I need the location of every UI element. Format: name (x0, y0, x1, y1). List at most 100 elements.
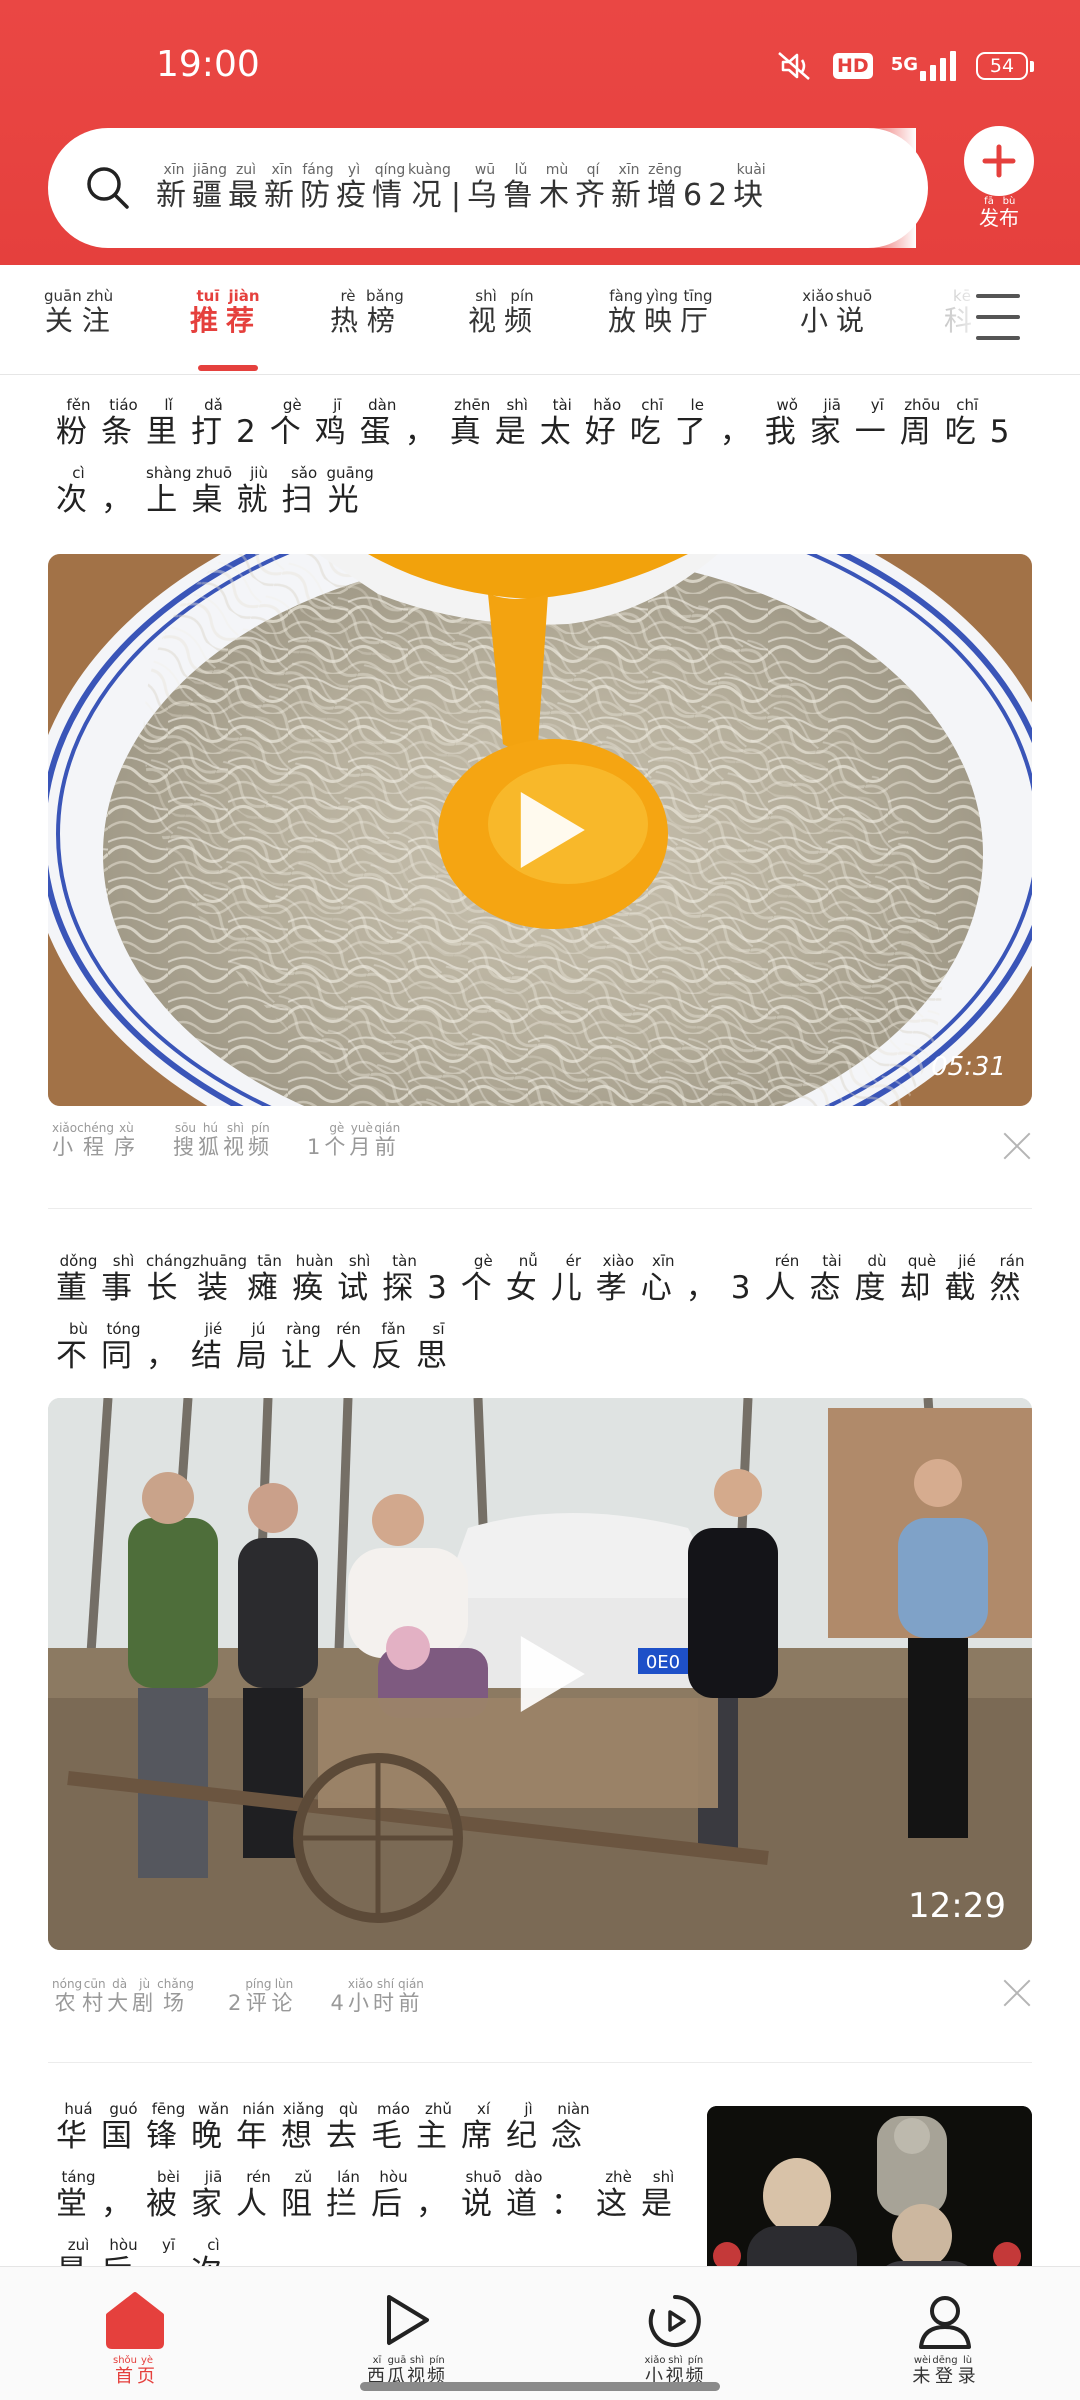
ruby-char: 人rén (764, 1252, 810, 1306)
bottom-navigation: 首shǒu页yè 西xī瓜guā视shì频pín 小xiǎo视shì频pín 未… (0, 2266, 1080, 2400)
ruby-char: 是shì (641, 2168, 686, 2222)
ruby-char: 大dà (107, 1977, 133, 2015)
ruby-char: 道dào (506, 2168, 551, 2222)
dismiss-icon[interactable] (1002, 1978, 1032, 2008)
ruby-char: 家jiā (809, 396, 855, 450)
ruby-char: 新xīn (610, 161, 647, 213)
nav-home[interactable]: 首shǒu页yè (55, 2267, 215, 2400)
ruby-char: 个gè (324, 1121, 350, 1159)
ruby-char: 说shuō (836, 287, 873, 337)
ruby-char: 长cháng (146, 1252, 192, 1306)
video-duration: 05:31 (931, 1052, 1006, 1082)
ruby-char: 疫yì (336, 161, 372, 213)
nav-xigua-video[interactable]: 西xī瓜guā视shì频pín (327, 2267, 487, 2400)
feed-item-1-title[interactable]: 粉fěn条tiáo里lǐ打dǎ2个gè鸡jī蛋dàn，真zhēn是shì太tài… (56, 396, 1016, 534)
ruby-char: 况kuàng (408, 161, 451, 213)
home-indicator[interactable] (360, 2382, 720, 2391)
ruby-char: 关guān (44, 287, 82, 337)
ruby-char: 想xiǎng (281, 2100, 326, 2154)
ruby-char: 前qián (374, 1121, 401, 1159)
ruby-char: 防fáng (300, 161, 336, 213)
ruby-char: 蛋dàn (359, 396, 405, 450)
ruby-char: 视shì (222, 1121, 248, 1159)
ruby-char: 推tuī (190, 287, 227, 337)
tab-video[interactable]: 视shì频pín (468, 287, 540, 359)
feed-item-2-title[interactable]: 董dǒng事shì长cháng装zhuāng瘫tān痪huàn试shì探tàn3… (56, 1252, 1035, 1390)
feed-item-1-video-thumbnail[interactable]: 05:31 (48, 554, 1032, 1106)
ruby-char: 疆jiāng (192, 161, 228, 213)
ruby-char: ： (551, 2186, 596, 2222)
meta-source-label: 小xiǎo程chéng序xù (52, 1121, 139, 1159)
ruby-char: 念niàn (551, 2100, 596, 2154)
ruby-char: 女nǚ (505, 1252, 551, 1306)
ruby-char: 纪jì (506, 2100, 551, 2154)
dismiss-icon[interactable] (1002, 1131, 1032, 1161)
feed-item-1-meta: 小xiǎo程chéng序xù 搜sōu狐hú视shì频pín 1个gè月yuè前qi… (52, 1121, 401, 1161)
feed-item-2-video-thumbnail[interactable]: 0E0 12:29 (48, 1398, 1032, 1950)
publish-button[interactable]: 发fā布bù (962, 126, 1036, 231)
ruby-char: 就jiù (236, 464, 282, 518)
ruby-char: 未wèi (912, 2355, 933, 2387)
ruby-char: 62 (682, 177, 734, 213)
ruby-char: 前qián (398, 1977, 424, 2015)
tab-follow[interactable]: 关guān注zhù (44, 287, 118, 359)
ruby-char: 家jiā (191, 2168, 236, 2222)
ruby-char: 吃chī (629, 396, 675, 450)
ruby-char: 评píng (245, 1977, 272, 2015)
ruby-char: 次cì (56, 464, 101, 518)
ruby-char: 心xīn (640, 1252, 686, 1306)
header: 19:00 HD 5G 54 新xīn疆jiāng最zuì新xīn防fáng疫y… (0, 0, 1080, 265)
ruby-char: 鲁lǔ (502, 161, 539, 213)
ruby-char: 布bù (999, 196, 1019, 230)
ruby-char: 增zēng (646, 161, 683, 213)
ruby-char: 思sī (416, 1320, 461, 1374)
ruby-char: 个gè (269, 396, 315, 450)
ruby-char: 小xiǎo (800, 287, 837, 337)
ruby-char: 登dēng (932, 2355, 958, 2387)
meta-source: 农nóng村cūn大dà剧jù场chǎng (52, 1977, 194, 2015)
tab-hot-list[interactable]: 热rè榜bǎng (330, 287, 404, 359)
home-icon (104, 2291, 166, 2353)
ruby-char: 放fàng (608, 287, 645, 337)
ruby-char: 后hòu (371, 2168, 416, 2222)
ruby-char: 木mù (538, 161, 575, 213)
ruby-char: 态tài (809, 1252, 855, 1306)
ruby-char: 度dù (854, 1252, 900, 1306)
nav-account[interactable]: 未wèi登dēng录lù (865, 2267, 1025, 2400)
nav-short-video[interactable]: 小xiǎo视shì频pín (595, 2267, 755, 2400)
battery-level: 54 (976, 52, 1028, 80)
search-hot-query[interactable]: 新xīn疆jiāng最zuì新xīn防fáng疫yì情qíng况kuàng|乌w… (156, 128, 916, 248)
hd-badge: HD (833, 53, 873, 79)
tab-novel[interactable]: 小xiǎo说shuō (800, 287, 873, 359)
category-tabs: 关guān注zhù 推tuī荐jiàn 热rè榜bǎng 视shì频pín 放f… (0, 265, 1080, 375)
ruby-char: 乌wū (466, 161, 503, 213)
tab-recommend[interactable]: 推tuī荐jiàn (190, 287, 263, 359)
ruby-char: 3 (427, 1270, 461, 1306)
ruby-char: 首shǒu (112, 2355, 137, 2387)
ruby-char: 剧jù (132, 1977, 158, 2015)
ruby-char: 程chéng (77, 1121, 114, 1159)
ruby-char: 农nóng (52, 1977, 83, 2015)
ruby-char: 块kuài (733, 161, 770, 213)
ruby-char: 场chǎng (157, 1977, 194, 2015)
ruby-char: 时shí (373, 1977, 398, 2015)
user-icon (915, 2291, 975, 2355)
car-plate: 0E0 (646, 1652, 680, 1673)
ruby-char: 去qù (326, 2100, 371, 2154)
tab-cinema[interactable]: 放fàng映yìng厅tīng (608, 287, 716, 359)
ruby-char: 吃chī (944, 396, 990, 450)
ruby-char: 了le (674, 396, 720, 450)
ruby-char: 3 (730, 1270, 765, 1306)
tab-menu-icon[interactable] (976, 294, 1020, 340)
ruby-char: 席xí (461, 2100, 506, 2154)
ruby-char: 截jié (944, 1252, 990, 1306)
ruby-char: 是shì (494, 396, 540, 450)
ruby-char: ， (719, 414, 765, 450)
ruby-char: 国guó (101, 2100, 146, 2154)
ruby-char: 堂táng (56, 2168, 101, 2222)
ruby-char: 序xù (113, 1121, 139, 1159)
ruby-char: 搜sōu (172, 1121, 198, 1159)
ruby-char: 荐jiàn (226, 287, 263, 337)
add-icon (964, 126, 1034, 196)
search-bar[interactable]: 新xīn疆jiāng最zuì新xīn防fáng疫yì情qíng况kuàng|乌w… (48, 128, 928, 248)
